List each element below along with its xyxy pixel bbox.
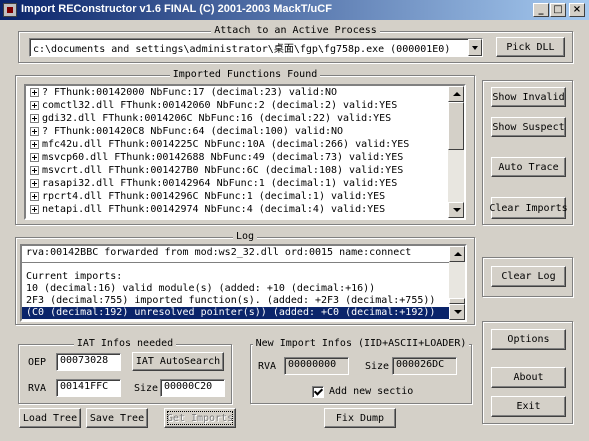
scroll-thumb[interactable] bbox=[448, 102, 464, 150]
expand-plus-icon[interactable] bbox=[30, 87, 39, 97]
expand-plus-icon[interactable] bbox=[30, 191, 39, 201]
log-line[interactable]: 2F3 (decimal:755) imported function(s). … bbox=[26, 295, 435, 307]
tree-item-label: gdi32.dll FThunk:0014206C NbFunc:16 (dec… bbox=[42, 113, 392, 124]
tree-item-label: mfc42u.dll FThunk:0014225C NbFunc:10A (d… bbox=[42, 139, 410, 150]
minimize-button[interactable]: _ bbox=[533, 3, 549, 17]
log-line[interactable]: 10 (decimal:16) valid module(s) (added: … bbox=[26, 283, 375, 295]
log-line[interactable]: (C0 (decimal:192) unresolved pointer(s))… bbox=[22, 307, 449, 319]
iat-autosearch-button[interactable]: IAT AutoSearch bbox=[132, 352, 224, 371]
new-import-group-label: New Import Infos (IID+ASCII+LOADER) bbox=[252, 338, 470, 349]
exit-button[interactable]: Exit bbox=[491, 396, 566, 417]
expand-plus-icon[interactable] bbox=[30, 100, 39, 110]
app-icon bbox=[3, 3, 17, 17]
log-line[interactable]: rva:00142BBC forwarded from mod:ws2_32.d… bbox=[26, 247, 411, 259]
scroll-up-icon[interactable] bbox=[449, 246, 465, 262]
attach-group-label: Attach to an Active Process bbox=[211, 25, 380, 36]
show-invalid-button[interactable]: Show Invalid bbox=[491, 87, 566, 107]
close-button[interactable]: × bbox=[569, 3, 585, 17]
tree-item[interactable]: msvcrt.dll FThunk:001427B0 NbFunc:6C (de… bbox=[30, 165, 403, 178]
about-button[interactable]: About bbox=[491, 367, 566, 388]
pick-dll-button[interactable]: Pick DLL bbox=[496, 37, 565, 57]
iat-infos-group-label: IAT Infos needed bbox=[73, 338, 177, 349]
imports-group-label: Imported Functions Found bbox=[169, 69, 321, 80]
tree-item-label: rasapi32.dll FThunk:00142964 NbFunc:1 (d… bbox=[42, 178, 398, 189]
expand-plus-icon[interactable] bbox=[30, 152, 39, 162]
save-tree-button[interactable]: Save Tree bbox=[86, 408, 148, 428]
tree-item[interactable]: netapi.dll FThunk:00142974 NbFunc:4 (dec… bbox=[30, 204, 385, 217]
expand-plus-icon[interactable] bbox=[30, 113, 39, 123]
new-size-label: Size bbox=[365, 361, 390, 372]
auto-trace-button[interactable]: Auto Trace bbox=[491, 157, 566, 177]
new-size-field: 000026DC bbox=[392, 357, 457, 375]
clear-imports-button[interactable]: Clear Imports bbox=[489, 197, 568, 219]
tree-item-label: rpcrt4.dll FThunk:0014296C NbFunc:1 (dec… bbox=[42, 191, 386, 202]
log-line[interactable] bbox=[22, 262, 449, 264]
clear-log-button[interactable]: Clear Log bbox=[491, 266, 566, 287]
log-vscrollbar[interactable] bbox=[449, 246, 465, 320]
size-field[interactable]: 00000C20 bbox=[160, 379, 225, 397]
title-bar: Import REConstructor v1.6 FINAL (C) 2001… bbox=[0, 0, 589, 20]
process-combo[interactable]: c:\documents and settings\administrator\… bbox=[29, 38, 483, 57]
log-list[interactable]: rva:00142BBC forwarded from mod:ws2_32.d… bbox=[20, 244, 467, 322]
tree-item-label: netapi.dll FThunk:00142974 NbFunc:4 (dec… bbox=[42, 204, 386, 215]
tree-item[interactable]: rpcrt4.dll FThunk:0014296C NbFunc:1 (dec… bbox=[30, 191, 385, 204]
tree-item[interactable]: gdi32.dll FThunk:0014206C NbFunc:16 (dec… bbox=[30, 113, 391, 126]
expand-plus-icon[interactable] bbox=[30, 165, 39, 175]
scroll-down-icon[interactable] bbox=[448, 202, 464, 218]
chevron-down-icon[interactable] bbox=[468, 39, 482, 56]
tree-item[interactable]: ? FThunk:00142000 NbFunc:17 (decimal:23)… bbox=[30, 87, 337, 100]
new-rva-field: 00000000 bbox=[284, 357, 349, 375]
imports-vscrollbar[interactable] bbox=[448, 86, 464, 218]
process-combo-value: c:\documents and settings\administrator\… bbox=[33, 44, 451, 55]
options-button[interactable]: Options bbox=[491, 329, 566, 350]
imports-tree[interactable]: ? FThunk:00142000 NbFunc:17 (decimal:23)… bbox=[24, 84, 466, 220]
tree-item[interactable]: ? FThunk:001420C8 NbFunc:64 (decimal:100… bbox=[30, 126, 343, 139]
oep-label: OEP bbox=[28, 357, 47, 368]
scroll-down-icon[interactable] bbox=[449, 304, 465, 320]
expand-plus-icon[interactable] bbox=[30, 139, 39, 149]
get-imports-button[interactable]: Get Imports bbox=[164, 408, 236, 428]
oep-field[interactable]: 00073028 bbox=[56, 353, 121, 371]
tree-item[interactable]: comctl32.dll FThunk:00142060 NbFunc:2 (d… bbox=[30, 100, 397, 113]
tree-item-label: comctl32.dll FThunk:00142060 NbFunc:2 (d… bbox=[42, 100, 398, 111]
tree-item-label: ? FThunk:00142000 NbFunc:17 (decimal:23)… bbox=[42, 87, 338, 98]
tree-item[interactable]: rasapi32.dll FThunk:00142964 NbFunc:1 (d… bbox=[30, 178, 397, 191]
tree-item-label: ? FThunk:001420C8 NbFunc:64 (decimal:100… bbox=[42, 126, 344, 137]
scroll-up-icon[interactable] bbox=[448, 86, 464, 102]
expand-plus-icon[interactable] bbox=[30, 178, 39, 188]
log-line[interactable]: Current imports: bbox=[26, 271, 122, 283]
tree-item[interactable]: mfc42u.dll FThunk:0014225C NbFunc:10A (d… bbox=[30, 139, 409, 152]
new-rva-label: RVA bbox=[258, 361, 277, 372]
tree-item-label: msvcrt.dll FThunk:001427B0 NbFunc:6C (de… bbox=[42, 165, 404, 176]
show-suspect-button[interactable]: Show Suspect bbox=[491, 117, 566, 137]
expand-plus-icon[interactable] bbox=[30, 204, 39, 214]
fix-dump-button[interactable]: Fix Dump bbox=[324, 408, 396, 428]
tree-item[interactable]: msvcp60.dll FThunk:00142688 NbFunc:49 (d… bbox=[30, 152, 403, 165]
log-group-label: Log bbox=[232, 231, 258, 242]
window-title: Import REConstructor v1.6 FINAL (C) 2001… bbox=[21, 3, 332, 15]
size-label: Size bbox=[134, 383, 159, 394]
rva-field[interactable]: 00141FFC bbox=[56, 379, 121, 397]
add-section-label[interactable]: Add new sectio bbox=[329, 386, 413, 397]
rva-label: RVA bbox=[28, 383, 47, 394]
add-section-checkbox[interactable] bbox=[312, 386, 324, 398]
load-tree-button[interactable]: Load Tree bbox=[19, 408, 81, 428]
maximize-button[interactable]: □ bbox=[550, 3, 566, 17]
expand-plus-icon[interactable] bbox=[30, 126, 39, 136]
tree-item-label: msvcp60.dll FThunk:00142688 NbFunc:49 (d… bbox=[42, 152, 404, 163]
